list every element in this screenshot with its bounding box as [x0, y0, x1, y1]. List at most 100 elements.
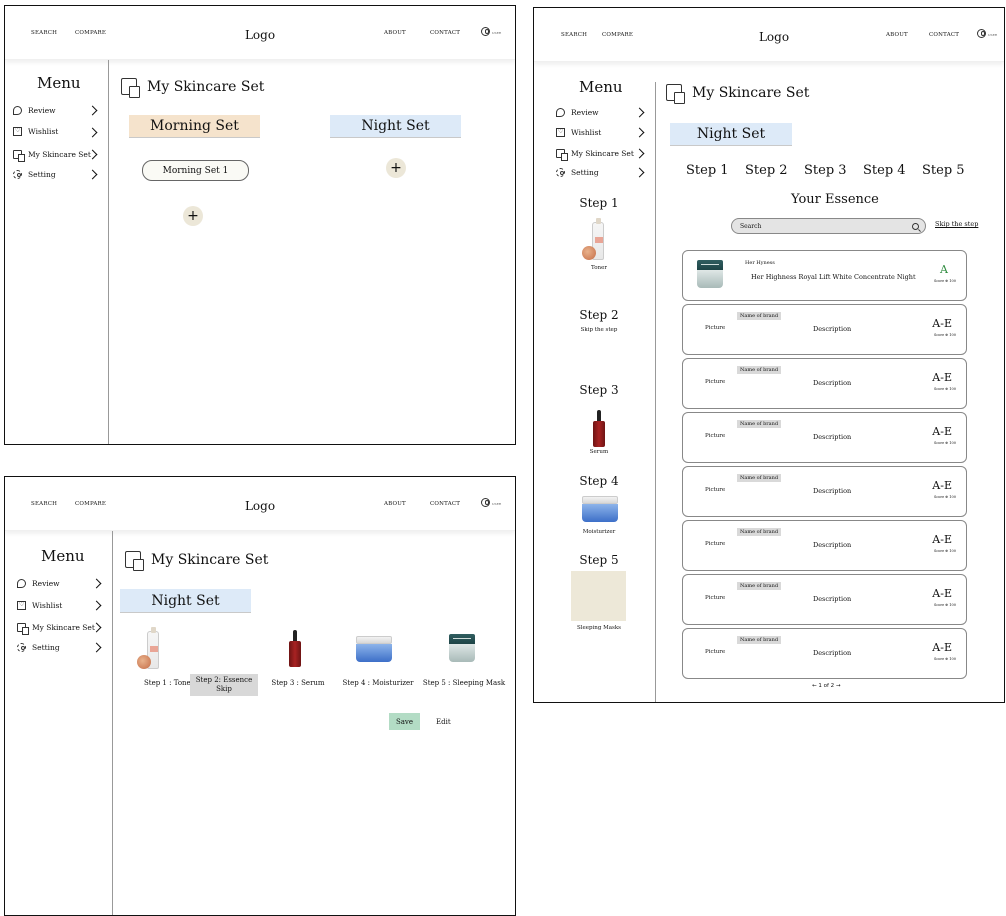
next-page-button[interactable]: →: [836, 683, 841, 689]
step-2-skip-label[interactable]: Step 2: Essence Skip: [190, 674, 258, 696]
nav-compare[interactable]: COMPARE: [75, 30, 106, 36]
serum-image[interactable]: [288, 630, 302, 668]
logo[interactable]: Logo: [245, 28, 275, 42]
sidebar-item-my-skincare-set[interactable]: My Skincare Set: [13, 147, 91, 162]
save-button[interactable]: Save: [389, 713, 420, 730]
sleeping-mask-image[interactable]: [449, 634, 475, 662]
nav-search[interactable]: SEARCH: [561, 32, 587, 38]
chevron-right-icon[interactable]: [634, 127, 645, 138]
product-card[interactable]: Picture Name of brand Description A-E Sc…: [682, 304, 967, 355]
product-description-placeholder: Description: [813, 325, 852, 333]
night-set-header[interactable]: Night Set: [670, 123, 792, 146]
nav-compare[interactable]: COMPARE: [75, 501, 106, 507]
nav-contact[interactable]: CONTACT: [430, 30, 460, 36]
product-grade: A: [940, 263, 948, 276]
left-step-2-title: Step 2: [579, 308, 619, 322]
nav-about[interactable]: ABOUT: [384, 30, 406, 36]
product-score: Score ⊕ 100: [933, 495, 956, 499]
nav-compare[interactable]: COMPARE: [602, 32, 633, 38]
product-card[interactable]: Picture Name of brand Description A-E Sc…: [682, 466, 967, 517]
chevron-right-icon[interactable]: [91, 600, 102, 611]
nav-about[interactable]: ABOUT: [384, 501, 406, 507]
search-input[interactable]: Search: [731, 218, 926, 234]
chevron-right-icon[interactable]: [634, 107, 645, 118]
sidebar-item-review[interactable]: Review: [13, 103, 56, 117]
menu-title: Menu: [37, 74, 81, 92]
product-description-placeholder: Description: [813, 649, 852, 657]
tab-step-5[interactable]: Step 5: [922, 163, 965, 178]
edit-button[interactable]: Edit: [436, 718, 451, 726]
chevron-right-icon[interactable]: [634, 167, 645, 178]
wishlist-icon: [17, 600, 26, 610]
left-step-1-sub: Toner: [591, 265, 607, 271]
product-picture-placeholder: Picture: [705, 595, 726, 601]
product-description-placeholder: Description: [813, 379, 852, 387]
tab-step-3[interactable]: Step 3: [804, 163, 847, 178]
chevron-right-icon[interactable]: [87, 105, 98, 116]
prev-page-button[interactable]: ←: [812, 683, 817, 689]
product-name: Her Highness Royal Lift White Concentrat…: [751, 273, 916, 281]
nav-about[interactable]: ABOUT: [886, 32, 908, 38]
chevron-right-icon[interactable]: [634, 148, 645, 159]
product-picture-placeholder: Picture: [705, 433, 726, 439]
add-morning-set-button[interactable]: +: [183, 206, 203, 226]
left-step-5-title: Step 5: [579, 553, 619, 567]
skip-step-link[interactable]: Skip the step: [935, 220, 978, 228]
product-grade: A-E: [932, 317, 952, 330]
toner-image[interactable]: [135, 627, 163, 671]
user-icon[interactable]: [481, 27, 490, 36]
user-icon[interactable]: [481, 498, 490, 507]
left-step-5-sub: Sleeping Masks: [576, 625, 622, 631]
product-card[interactable]: Picture Name of brand Description A-E Sc…: [682, 520, 967, 571]
sidebar-item-setting[interactable]: Setting: [556, 165, 599, 179]
tab-step-4[interactable]: Step 4: [863, 163, 906, 178]
step-5-label: Step 5 : Sleeping Mask: [422, 679, 506, 687]
nav-contact[interactable]: CONTACT: [430, 501, 460, 507]
sidebar-item-wishlist[interactable]: Wishlist: [13, 124, 58, 138]
nav-bar: SEARCH COMPARE Logo ABOUT CONTACT USER: [534, 8, 1004, 62]
chevron-right-icon[interactable]: [87, 169, 98, 180]
sidebar-item-wishlist[interactable]: Wishlist: [556, 125, 601, 139]
sidebar-item-my-skincare-set[interactable]: My Skincare Set: [17, 620, 95, 635]
product-grade: A-E: [932, 587, 952, 600]
night-set-header[interactable]: Night Set: [120, 589, 251, 613]
morning-set-1-button[interactable]: Morning Set 1: [142, 160, 249, 181]
product-card[interactable]: Picture Name of brand Description A-E Sc…: [682, 574, 967, 625]
product-card[interactable]: Picture Name of brand Description A-E Sc…: [682, 628, 967, 679]
nav-search[interactable]: SEARCH: [31, 501, 57, 507]
gear-icon: [13, 169, 22, 179]
sidebar-item-setting[interactable]: Setting: [17, 640, 60, 654]
product-score: Score ⊕ 100: [933, 657, 956, 661]
logo[interactable]: Logo: [245, 499, 275, 513]
user-label: USER: [492, 31, 502, 35]
chevron-right-icon[interactable]: [91, 578, 102, 589]
moisturizer-image[interactable]: [356, 636, 392, 662]
nav-search[interactable]: SEARCH: [31, 30, 57, 36]
chevron-right-icon[interactable]: [87, 127, 98, 138]
tab-step-2[interactable]: Step 2: [745, 163, 788, 178]
logo[interactable]: Logo: [759, 30, 789, 44]
toner-image: [580, 218, 608, 262]
sidebar-item-review[interactable]: Review: [17, 576, 60, 590]
sleeping-mask-placeholder[interactable]: [571, 571, 626, 621]
sidebar-item-my-skincare-set[interactable]: My Skincare Set: [556, 146, 634, 161]
product-card[interactable]: Her Hyness Her Highness Royal Lift White…: [682, 250, 967, 301]
product-grade: A-E: [932, 641, 952, 654]
product-brand-placeholder: Name of brand: [737, 312, 782, 320]
tab-step-1[interactable]: Step 1: [686, 163, 729, 178]
add-night-set-button[interactable]: +: [386, 158, 406, 178]
night-set-header[interactable]: Night Set: [330, 115, 461, 138]
pagination: ← 1 of 2 →: [812, 683, 841, 689]
product-card[interactable]: Picture Name of brand Description A-E Sc…: [682, 412, 967, 463]
morning-set-header[interactable]: Morning Set: [129, 115, 260, 138]
chevron-right-icon[interactable]: [91, 642, 102, 653]
sidebar-item-setting[interactable]: Setting: [13, 167, 56, 181]
product-brand-placeholder: Name of brand: [737, 582, 782, 590]
sidebar-item-wishlist[interactable]: Wishlist: [17, 598, 62, 612]
search-icon[interactable]: [912, 223, 919, 230]
user-icon[interactable]: [977, 29, 986, 38]
left-step-2-sub[interactable]: Skip the step: [534, 327, 664, 333]
sidebar-item-review[interactable]: Review: [556, 105, 599, 119]
product-card[interactable]: Picture Name of brand Description A-E Sc…: [682, 358, 967, 409]
nav-contact[interactable]: CONTACT: [929, 32, 959, 38]
